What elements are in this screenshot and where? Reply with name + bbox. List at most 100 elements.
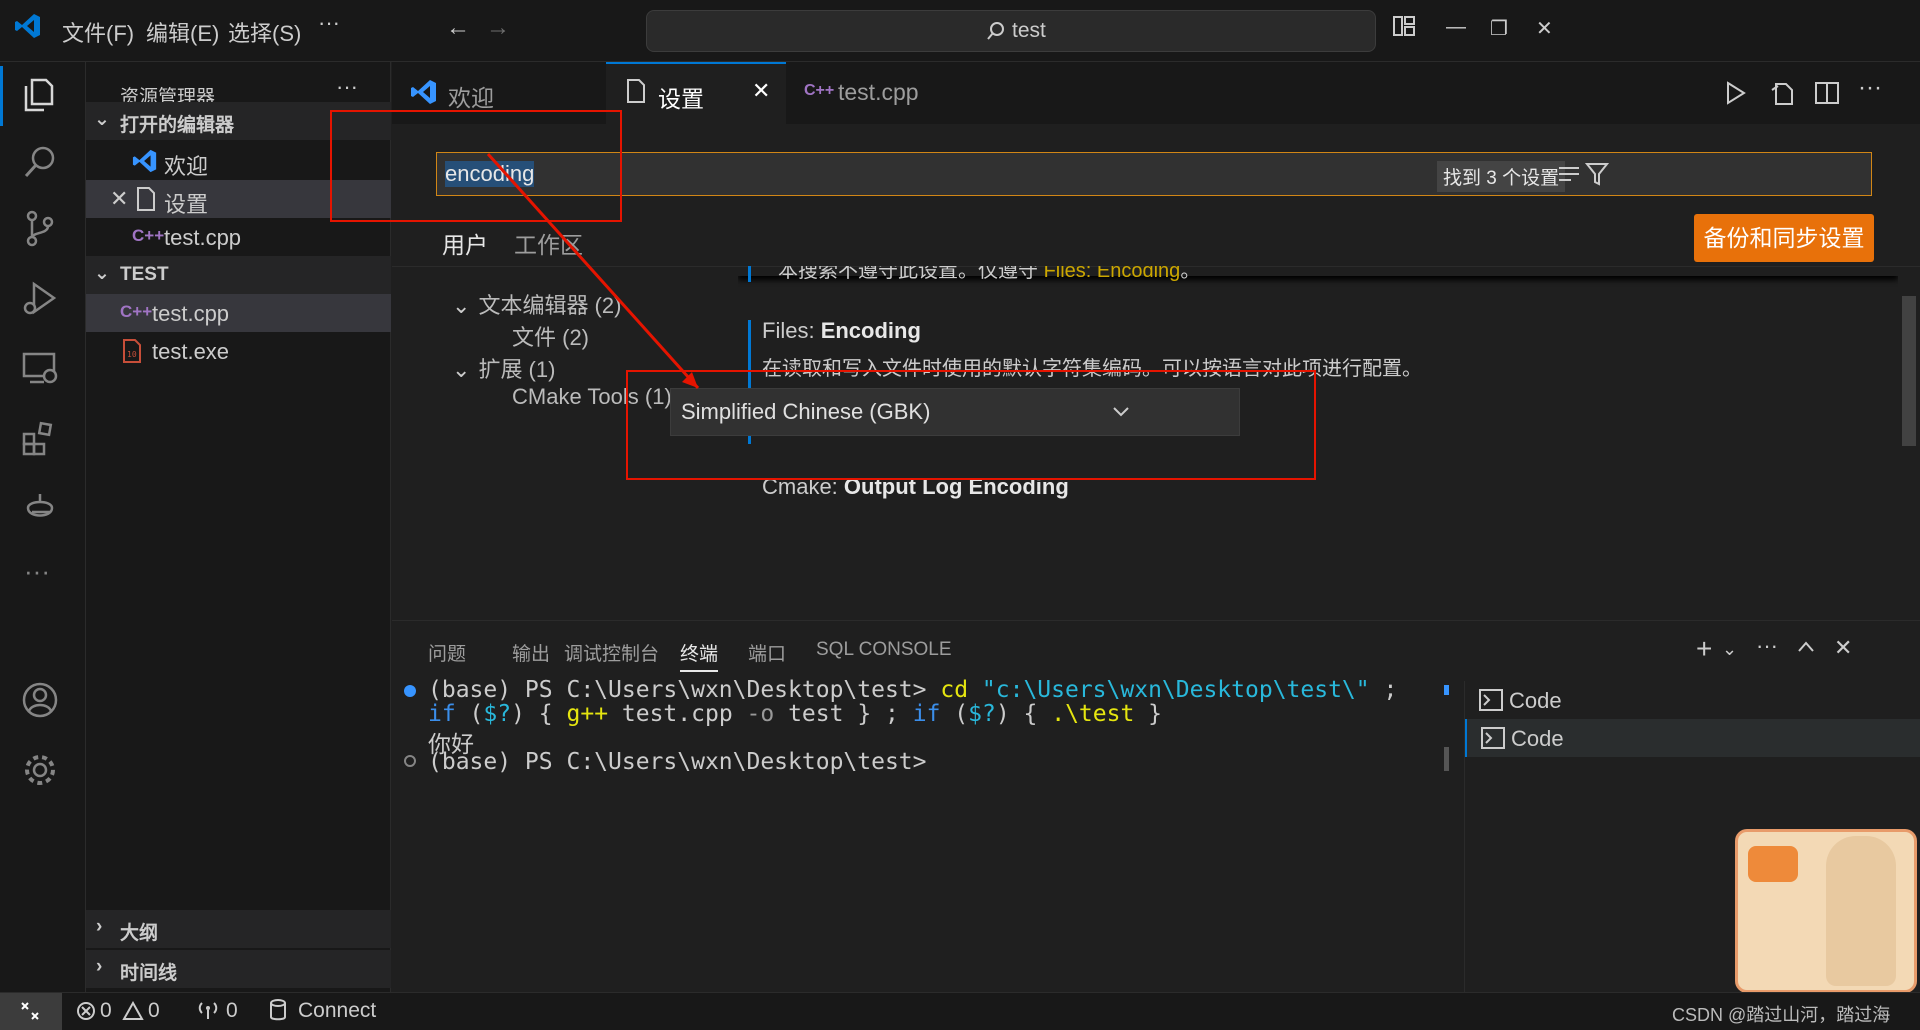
term-text: test } ; — [774, 701, 913, 727]
file-item-testexe[interactable]: 10 test.exe — [86, 332, 391, 370]
close-window-button[interactable]: ✕ — [1536, 16, 1553, 41]
run-icon[interactable] — [1724, 80, 1748, 106]
panel-tab-output[interactable]: 输出 — [512, 639, 550, 666]
title-bar: 文件(F) 编辑(E) 选择(S) ··· ← → test — ❐ ✕ — [0, 0, 1920, 62]
search-icon[interactable] — [20, 142, 66, 188]
tab-testcpp[interactable]: C++ test.cpp — [786, 62, 926, 124]
new-terminal-icon[interactable]: + — [1696, 633, 1712, 665]
open-editor-label: 设置 — [164, 192, 209, 217]
panel-tab-problems[interactable]: 问题 — [428, 639, 466, 666]
panel-tab-debug-console[interactable]: 调试控制台 — [564, 639, 659, 666]
panel-tab-terminal[interactable]: 终端 — [680, 639, 719, 672]
term-var: $? — [483, 701, 512, 727]
close-panel-icon[interactable]: ✕ — [1834, 635, 1852, 661]
folder-header[interactable]: ⌄ TEST — [86, 256, 391, 294]
run-debug-icon[interactable] — [20, 278, 66, 324]
chevron-down-icon: ⌄ — [94, 263, 110, 284]
explorer-icon[interactable] — [20, 72, 66, 118]
tab-label: test.cpp — [838, 79, 919, 105]
watermark-text: CSDN @踏过山河，踏过海 — [1672, 1005, 1891, 1025]
panel-tab-sql-console[interactable]: SQL CONSOLE — [816, 639, 952, 661]
term-var: $? — [968, 701, 996, 727]
ports-broadcast-icon[interactable] — [196, 999, 220, 1021]
terminal-scroll-marker — [1444, 685, 1449, 695]
close-icon[interactable]: ✕ — [110, 186, 128, 212]
tab-label: 欢迎 — [448, 85, 494, 111]
activity-bar: ··· — [0, 62, 86, 992]
term-keyword: if — [912, 701, 941, 727]
file-label: test.exe — [152, 339, 230, 364]
database-icon[interactable] — [268, 999, 288, 1021]
outline-header[interactable]: › 大纲 — [86, 910, 391, 948]
layout-customize-icon[interactable] — [1392, 14, 1416, 38]
terminal-instance[interactable]: Code — [1465, 681, 1920, 719]
extensions-icon[interactable] — [20, 418, 66, 464]
open-editors-title: 打开的编辑器 — [120, 115, 235, 136]
annotation-arrow — [486, 152, 700, 390]
terminal-instance-label: Code — [1511, 726, 1564, 751]
testing-icon[interactable] — [20, 488, 66, 534]
term-text: } — [1134, 701, 1163, 727]
terminal-instance-list: Code Code — [1464, 681, 1920, 993]
forward-arrow-icon[interactable]: → — [486, 14, 510, 42]
terminal-instance-label: Code — [1509, 688, 1562, 713]
terminal-icon — [1481, 727, 1505, 749]
terminal-instance[interactable]: Code — [1465, 719, 1920, 757]
chevron-down-icon: ⌄ — [94, 109, 110, 130]
timeline-header[interactable]: › 时间线 — [86, 950, 391, 988]
source-control-icon[interactable] — [20, 208, 66, 254]
term-flag: -o — [746, 701, 775, 727]
term-text: test.cpp — [608, 701, 747, 727]
warning-icon[interactable] — [122, 1001, 144, 1021]
sidebar-more-button[interactable]: ··· — [336, 74, 358, 100]
vscode-logo-icon — [132, 148, 158, 174]
manage-gear-icon[interactable] — [20, 750, 66, 796]
panel-more-button[interactable]: ··· — [1756, 633, 1778, 659]
command-center-text: test — [1012, 19, 1046, 42]
error-icon[interactable] — [76, 1001, 96, 1021]
term-text: ) { — [995, 701, 1052, 727]
open-editor-label: test.cpp — [164, 225, 242, 250]
error-count: 0 — [100, 999, 112, 1022]
open-settings-json-icon[interactable] — [1770, 80, 1796, 106]
remote-indicator-button[interactable] — [0, 993, 62, 1030]
command-success-dot-icon — [404, 685, 416, 697]
connect-button[interactable]: Connect — [298, 999, 376, 1023]
status-bar: 0 0 0 Connect CSDN @踏过山河，踏过海 — [0, 992, 1920, 1030]
file-item-testcpp[interactable]: C++ test.cpp — [86, 294, 391, 332]
open-editor-testcpp[interactable]: C++ test.cpp — [86, 218, 391, 256]
svg-text:10: 10 — [127, 350, 137, 359]
folder-title: TEST — [120, 264, 169, 285]
terminal-line-4: (base) PS C:\Users\wxn\Desktop\test> — [428, 749, 927, 775]
outline-title: 大纲 — [120, 923, 159, 944]
tab-label: 设置 — [658, 86, 704, 112]
panel-tab-ports[interactable]: 端口 — [748, 639, 786, 666]
close-icon[interactable]: ✕ — [752, 78, 770, 104]
menu-selection[interactable]: 选择(S) — [228, 16, 301, 48]
maximize-panel-icon[interactable] — [1796, 637, 1816, 657]
cpp-file-icon: C++ — [132, 226, 165, 245]
terminal-scrollbar[interactable] — [1444, 747, 1449, 771]
menu-file[interactable]: 文件(F) — [62, 16, 134, 48]
term-text: ; — [1369, 677, 1398, 703]
menu-more-button[interactable]: ··· — [318, 10, 340, 36]
settings-editor: encoding 找到 3 个设置 备份和同步设置 用户 工作区 ⌄ 文本编辑器 … — [330, 110, 1920, 620]
bottom-panel: 问题 输出 调试控制台 终端 端口 SQL CONSOLE + ⌄ ··· ✕ … — [392, 620, 1920, 993]
warning-count: 0 — [148, 999, 160, 1022]
term-cmd: .\test — [1051, 701, 1135, 727]
chevron-right-icon: › — [96, 916, 103, 937]
tab-settings[interactable]: 设置 ✕ — [606, 62, 786, 124]
command-center-search[interactable]: test — [646, 10, 1376, 52]
account-icon[interactable] — [20, 680, 66, 726]
more-views-icon[interactable]: ··· — [24, 556, 50, 587]
split-editor-icon[interactable] — [1814, 80, 1840, 106]
editor-more-button[interactable]: ··· — [1858, 74, 1882, 102]
restore-button[interactable]: ❐ — [1490, 16, 1508, 41]
menu-edit[interactable]: 编辑(E) — [146, 16, 219, 48]
back-arrow-icon[interactable]: ← — [446, 14, 470, 42]
remote-explorer-icon[interactable] — [20, 348, 66, 394]
minimize-button[interactable]: — — [1446, 16, 1466, 39]
search-icon — [985, 20, 1007, 42]
terminal-line-1: (base) PS C:\Users\wxn\Desktop\test> cd … — [428, 677, 1397, 703]
chevron-down-icon[interactable]: ⌄ — [1722, 639, 1737, 660]
